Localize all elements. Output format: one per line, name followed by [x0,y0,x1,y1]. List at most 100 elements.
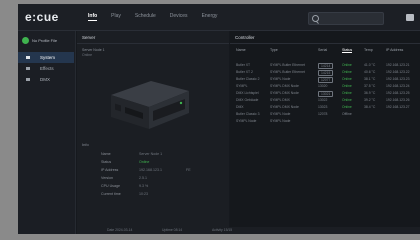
info-value: 2.5.1 [139,176,147,180]
sidebar-item-label: Effects [40,66,54,71]
info-row-ip: IP Address 192.168.123.1 FE [101,168,231,174]
cell-type: SYMPL Node [270,77,291,81]
info-row-cpu: CPU Usage 9.3 % [101,184,231,190]
info-row-name: Name Server Node 1 [101,152,231,158]
profile-name: No Profile File [32,38,58,43]
search-input[interactable] [308,12,384,25]
column-header-ip[interactable]: IP Address [386,48,403,52]
cell-status: Online [342,70,352,74]
device-subtitle: Online [82,53,93,57]
cell-status: Online [342,91,352,95]
info-value: Server Node 1 [139,152,163,156]
info-extra: FE [186,168,191,172]
column-header-type[interactable]: Type [270,48,278,52]
cell-temp: 41.0 °C [364,63,376,67]
cell-type: SYMPL DMX [270,98,290,102]
cell-serial: 13021 [318,91,334,97]
status-dot-icon [22,37,29,44]
info-key: Current time [101,192,121,196]
cell-ip: 192.168.123.27 [386,105,410,109]
cell-type: SYMPL Butler Ethernet [270,63,305,67]
cell-ip: 192.168.123.25 [386,91,410,95]
server-device-image [111,81,189,129]
cell-type: SYMPL DMX Node [270,84,299,88]
nav-play[interactable]: Play [111,13,121,21]
nav-schedule[interactable]: Schedule [135,13,156,21]
table-row[interactable]: DMX Gebäude SYMPL DMX 13022 Online 39.2 °C 19… [230,98,420,104]
info-section-title: Info [82,142,89,147]
info-key: Status [101,160,112,164]
sidebar-item-label: DMX [40,77,50,82]
sidebar: No Profile File System Effects DMX [18,31,76,234]
cell-name: Butler XT [236,63,251,67]
table-row[interactable]: Butler Classic 3 SYMPL Node 12078 Offline [230,112,420,118]
cell-name: SYMPL [236,84,248,88]
cell-temp: 38.1 °C [364,77,376,81]
cell-status: Online [342,105,352,109]
divider [77,43,229,44]
cell-name: DMX Lichtspiel [236,91,259,95]
profile[interactable]: No Profile File [22,36,72,46]
divider [230,43,420,44]
logo: e:cue [25,10,59,24]
cell-serial: 12077 [318,77,334,83]
sidebar-item-effects[interactable]: Effects [18,63,74,74]
info-row-version: Version 2.5.1 [101,176,231,182]
table-row[interactable]: SYMPL Node SYMPL Node [230,119,420,125]
device-panel: Server Server Node 1 Online Info Name Se… [77,31,229,227]
cell-status: Online [342,77,352,81]
cell-name: DMX Gebäude [236,98,259,102]
device-panel-title: Server [82,35,96,40]
sidebar-item-dmx[interactable]: DMX [18,74,74,85]
app-window: e:cue Info Play Schedule Devices Energy … [18,4,420,234]
column-header-name[interactable]: Name [236,48,246,52]
controller-panel-title: Controller [235,35,255,40]
table-row[interactable]: Butler Classic 2 SYMPL Node 12077 Online 38.… [230,77,420,83]
info-key: IP Address [101,168,119,172]
table-row[interactable]: DMX SYMPL DMX Node 13023 Online 38.4 °C 192.1… [230,105,420,111]
cell-name: Butler Classic 3 [236,112,260,116]
folder-icon [26,78,30,81]
info-value: 192.168.123.1 [139,168,162,172]
controller-panel: Controller Name Type Serial Status Temp … [230,31,420,227]
cell-ip: 192.168.123.26 [386,98,410,102]
column-header-status[interactable]: Status [342,48,353,53]
nav-info[interactable]: Info [88,13,98,21]
cell-status: Online [342,63,352,67]
table-row[interactable]: DMX Lichtspiel SYMPL DMX Node 13021 Online 3… [230,91,420,97]
table-header: Name Type Serial Status Temp IP Address [230,48,420,54]
cell-name: Butler Classic 2 [236,77,260,81]
cell-serial: 14215 [318,70,334,76]
table-row[interactable]: Butler XT 2 SYMPL Butler Ethernet 14215 Onl… [230,70,420,76]
info-value: 9.3 % [139,184,149,188]
cell-type: SYMPL Node [270,119,291,123]
cell-temp: 38.4 °C [364,105,376,109]
cell-serial: 12078 [318,112,328,116]
cell-serial: 13023 [318,105,328,109]
column-header-temp[interactable]: Temp [364,48,373,52]
cell-type: SYMPL DMX Node [270,105,299,109]
top-bar: e:cue Info Play Schedule Devices Energy [18,4,420,31]
column-header-serial[interactable]: Serial [318,48,327,52]
cell-name: Butler XT 2 [236,70,253,74]
cell-temp: 36.9 °C [364,91,376,95]
table-row[interactable]: Butler XT SYMPL Butler Ethernet 14214 Onlin… [230,63,420,69]
nav-energy[interactable]: Energy [202,13,218,21]
cell-ip: 192.168.123.22 [386,70,410,74]
info-value: Online [139,160,150,164]
cell-temp: 39.2 °C [364,98,376,102]
list-icon [26,56,30,59]
nav-devices[interactable]: Devices [170,13,188,21]
sidebar-item-system[interactable]: System [18,52,74,63]
table-row[interactable]: SYMPL SYMPL DMX Node 13020 Online 37.5 °C 192… [230,84,420,90]
cell-status: Offline [342,112,352,116]
info-value: 10:23 [139,192,148,196]
footer-activity: Activity 15/15 [212,228,233,232]
user-icon[interactable] [406,14,414,21]
cell-serial: 13020 [318,84,328,88]
cell-ip: 192.168.123.23 [386,77,410,81]
cell-ip: 192.168.123.24 [386,84,410,88]
cell-type: SYMPL Butler Ethernet [270,70,305,74]
sequence-icon [26,67,30,70]
footer-uptime: Uptime 08:14 [162,228,183,232]
